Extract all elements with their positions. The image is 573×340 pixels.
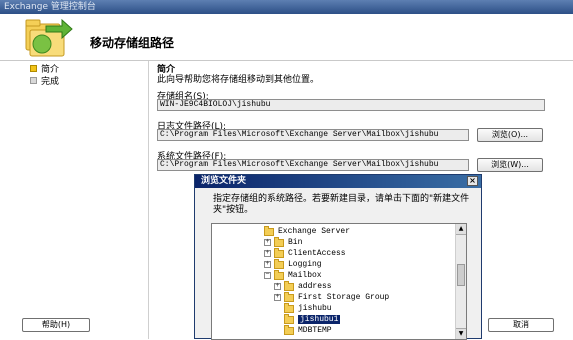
tree-node-bin[interactable]: + Bin [264, 236, 303, 248]
folder-icon [284, 324, 294, 335]
tree-node-label: Mailbox [288, 271, 322, 280]
storage-group-field: WIN-JE9C4BIOLOJ\jishubu [157, 99, 545, 111]
tree-node-label: Logging [288, 260, 322, 269]
folder-icon [284, 313, 294, 324]
wizard-title: 移动存储组路径 [90, 36, 175, 50]
folder-icon [284, 280, 294, 291]
dialog-description: 指定存储组的系统路径。若要新建目录，请单击下面的"新建文件夹"按钮。 [213, 194, 470, 215]
expand-icon[interactable]: + [264, 239, 271, 246]
tree-node-address[interactable]: + address [274, 280, 332, 292]
folder-icon [274, 258, 284, 269]
folder-tree[interactable]: Exchange Server + Bin + ClientAccess + L… [211, 223, 467, 340]
window-title-bar: Exchange 管理控制台 [0, 0, 573, 14]
folder-icon [284, 291, 294, 302]
help-button[interactable]: 帮助(H) [22, 318, 90, 332]
tree-scrollbar[interactable]: ▲ ▼ [455, 224, 466, 339]
scroll-thumb[interactable] [457, 264, 465, 286]
wizard-steps: 简介 完成 [0, 61, 148, 339]
tree-node-label: address [298, 282, 332, 291]
tree-node-label: First Storage Group [298, 293, 390, 302]
browse-log-button[interactable]: 浏览(O)... [477, 128, 543, 142]
folder-icon [274, 236, 284, 247]
dialog-title-bar: 浏览文件夹 × [195, 175, 481, 188]
current-step-icon [30, 65, 37, 72]
log-path-field[interactable]: C:\Program Files\Microsoft\Exchange Serv… [157, 129, 469, 141]
tree-node-label: MDBTEMP [298, 326, 332, 335]
folder-icon [284, 302, 294, 313]
close-icon[interactable]: × [467, 176, 478, 186]
pending-step-icon [30, 77, 37, 84]
step-complete[interactable]: 完成 [30, 74, 59, 87]
collapse-icon[interactable]: − [264, 272, 271, 279]
tree-node-label: jishubu1 [298, 315, 341, 324]
tree-node-label: jishubu [298, 304, 332, 313]
tree-node-logging[interactable]: + Logging [264, 258, 322, 270]
tree-node-label: ClientAccess [288, 249, 346, 258]
cancel-button[interactable]: 取消 [488, 318, 554, 332]
tree-node-exchange-server[interactable]: Exchange Server [254, 225, 351, 237]
move-storage-group-icon [25, 18, 73, 57]
expand-icon[interactable]: + [264, 250, 271, 257]
folder-icon [274, 247, 284, 258]
section-description: 此向导帮助您将存储组移动到其他位置。 [157, 75, 320, 85]
scroll-up-arrow-icon[interactable]: ▲ [456, 224, 466, 235]
scroll-down-arrow-icon[interactable]: ▼ [456, 328, 466, 339]
window-title: Exchange 管理控制台 [4, 2, 96, 12]
tree-node-first-storage-group[interactable]: + First Storage Group [274, 291, 390, 303]
tree-node-label: Bin [288, 238, 303, 247]
expand-icon[interactable]: + [274, 283, 281, 290]
dialog-title: 浏览文件夹 [201, 176, 247, 186]
expand-icon[interactable]: + [274, 294, 281, 301]
folder-icon [274, 269, 284, 280]
tree-node-clientaccess[interactable]: + ClientAccess [264, 247, 346, 259]
tree-node-jishubu1[interactable]: jishubu1 [274, 313, 341, 325]
wizard-header: 移动存储组路径 [0, 14, 573, 60]
tree-node-mdbtemp[interactable]: MDBTEMP [274, 324, 332, 336]
tree-node-mailbox[interactable]: − Mailbox [264, 269, 322, 281]
expand-icon[interactable]: + [264, 261, 271, 268]
system-path-field[interactable]: C:\Program Files\Microsoft\Exchange Serv… [157, 159, 469, 171]
tree-node-jishubu[interactable]: jishubu [274, 302, 332, 314]
browse-system-button[interactable]: 浏览(W)... [477, 158, 543, 172]
tree-node-label: Exchange Server [278, 227, 351, 236]
step-label: 完成 [41, 77, 60, 87]
browse-folder-dialog: 浏览文件夹 × 指定存储组的系统路径。若要新建目录，请单击下面的"新建文件夹"按… [194, 174, 482, 340]
folder-icon [264, 225, 274, 236]
